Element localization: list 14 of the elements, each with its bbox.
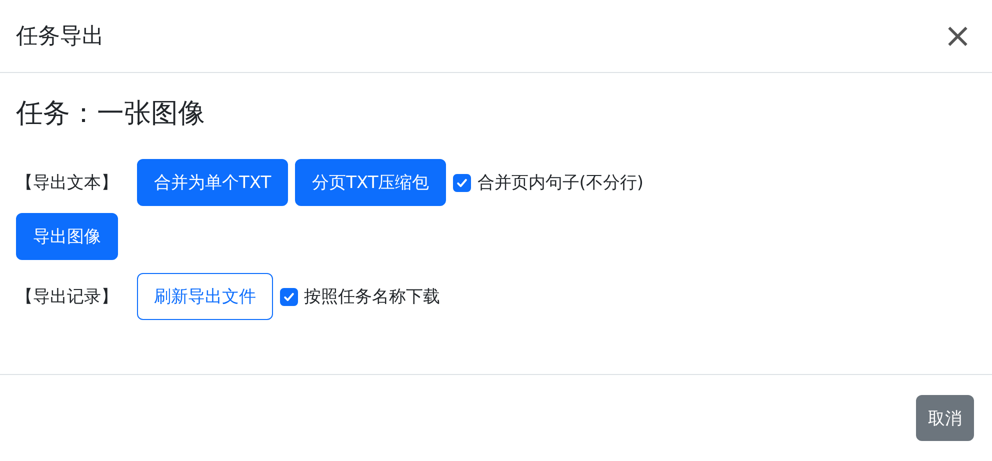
task-title: 任务：一张图像: [16, 97, 206, 131]
checkbox[interactable]: [453, 174, 472, 192]
export-button[interactable]: 导出图像: [16, 213, 118, 260]
dialog-title: 任务导出: [16, 23, 104, 51]
cancel-button[interactable]: 取消: [916, 395, 974, 441]
close-button[interactable]: ×: [940, 19, 976, 53]
refresh-button[interactable]: 刷新导出文件: [137, 273, 273, 320]
checkbox-label: 按照任务名称下载: [304, 286, 440, 308]
export-button[interactable]: 分页TXT压缩包: [295, 159, 446, 206]
section-label: 【导出文本】: [16, 172, 118, 194]
section-label: 【导出记录】: [16, 286, 118, 308]
checkbox-label: 合并页内句子(不分行): [477, 172, 644, 194]
checkbox[interactable]: [280, 288, 298, 306]
export-button[interactable]: 合并为单个TXT: [137, 159, 288, 206]
